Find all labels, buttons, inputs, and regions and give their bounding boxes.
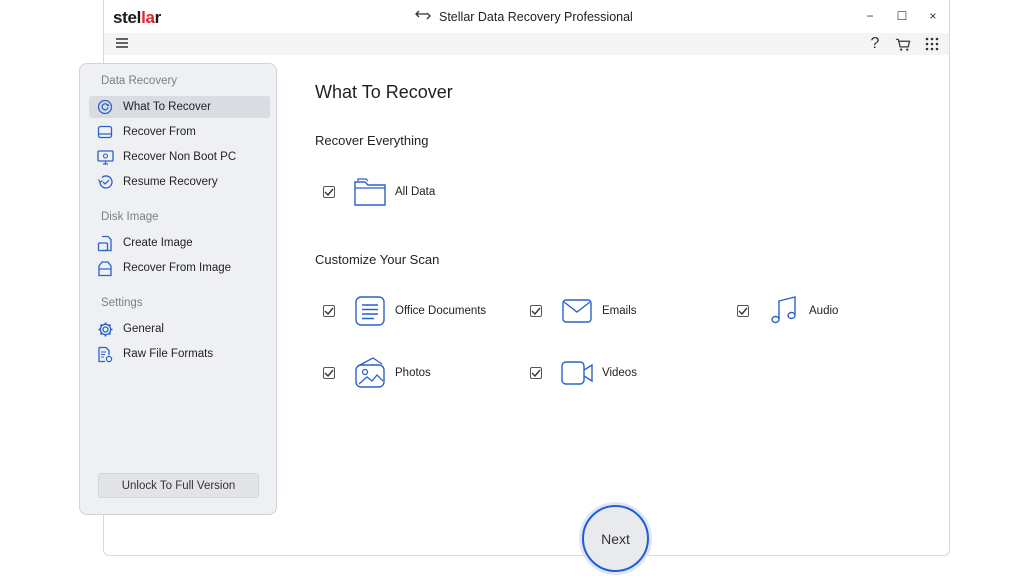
- sidebar-item-recover-from-image[interactable]: Recover From Image: [89, 257, 270, 279]
- swap-arrows-icon[interactable]: [415, 9, 431, 24]
- video-camera-icon: [560, 356, 594, 390]
- hamburger-menu-icon[interactable]: [115, 36, 129, 50]
- sidebar: Data Recovery What To Recover Recover Fr…: [79, 63, 277, 515]
- title-bar: stellar Stellar Data Recovery Profession…: [104, 0, 949, 33]
- emails-label: Emails: [602, 305, 637, 317]
- sidebar-item-recover-from[interactable]: Recover From: [89, 121, 270, 143]
- toolbar: ?: [104, 33, 949, 55]
- photos-label: Photos: [395, 367, 431, 379]
- music-note-icon: [767, 294, 801, 328]
- sidebar-item-general[interactable]: General: [89, 318, 270, 340]
- gear-icon: [96, 320, 114, 338]
- office-documents-checkbox[interactable]: [323, 305, 335, 317]
- folder-icon: [353, 175, 387, 209]
- section-title-data-recovery: Data Recovery: [101, 75, 178, 87]
- resume-icon: [96, 173, 114, 191]
- sidebar-item-recover-non-boot-pc[interactable]: Recover Non Boot PC: [89, 146, 270, 168]
- sidebar-item-label: Recover From: [123, 126, 196, 138]
- envelope-icon: [560, 294, 594, 328]
- unlock-full-version-button[interactable]: Unlock To Full Version: [98, 473, 259, 498]
- option-all-data[interactable]: All Data: [323, 175, 435, 209]
- maximize-button[interactable]: ☐: [895, 9, 909, 23]
- document-icon: [353, 294, 387, 328]
- sidebar-item-label: Create Image: [123, 237, 193, 249]
- sidebar-item-create-image[interactable]: Create Image: [89, 232, 270, 254]
- sidebar-item-label: Recover From Image: [123, 262, 232, 274]
- help-icon[interactable]: ?: [867, 35, 883, 52]
- sidebar-item-resume-recovery[interactable]: Resume Recovery: [89, 171, 270, 193]
- apps-grid-icon[interactable]: [924, 36, 940, 52]
- recover-image-icon: [96, 259, 114, 277]
- sidebar-item-label: Resume Recovery: [123, 176, 218, 188]
- sidebar-item-label: General: [123, 323, 164, 335]
- audio-checkbox[interactable]: [737, 305, 749, 317]
- next-button[interactable]: Next: [582, 505, 649, 572]
- office-documents-label: Office Documents: [395, 305, 487, 317]
- option-photos[interactable]: Photos: [323, 356, 431, 390]
- all-data-label: All Data: [395, 186, 436, 198]
- emails-checkbox[interactable]: [530, 305, 542, 317]
- audio-label: Audio: [809, 305, 839, 317]
- window-title: Stellar Data Recovery Professional: [439, 9, 633, 24]
- section-title-settings: Settings: [101, 297, 143, 309]
- videos-checkbox[interactable]: [530, 367, 542, 379]
- photos-checkbox[interactable]: [323, 367, 335, 379]
- sidebar-item-label: Raw File Formats: [123, 348, 214, 360]
- option-office-documents[interactable]: Office Documents: [323, 294, 486, 328]
- section-title-disk-image: Disk Image: [101, 211, 159, 223]
- sidebar-item-what-to-recover[interactable]: What To Recover: [89, 96, 270, 118]
- photos-icon: [353, 356, 387, 390]
- option-emails[interactable]: Emails: [530, 294, 637, 328]
- cart-icon[interactable]: [895, 36, 911, 52]
- sidebar-item-raw-file-formats[interactable]: Raw File Formats: [89, 343, 270, 365]
- recover-everything-heading: Recover Everything: [315, 133, 429, 148]
- create-image-icon: [96, 234, 114, 252]
- window-title-group: Stellar Data Recovery Professional: [415, 9, 633, 24]
- option-videos[interactable]: Videos: [530, 356, 637, 390]
- file-format-icon: [96, 345, 114, 363]
- option-audio[interactable]: Audio: [737, 294, 838, 328]
- stellar-logo: stellar: [113, 8, 161, 27]
- drive-icon: [96, 123, 114, 141]
- sidebar-item-label: What To Recover: [123, 101, 211, 113]
- minimize-button[interactable]: −: [863, 9, 877, 23]
- target-icon: [96, 98, 114, 116]
- sidebar-item-label: Recover Non Boot PC: [123, 151, 237, 163]
- customize-scan-heading: Customize Your Scan: [315, 252, 440, 267]
- all-data-checkbox[interactable]: [323, 186, 335, 198]
- page-title: What To Recover: [315, 82, 453, 102]
- videos-label: Videos: [602, 367, 637, 379]
- monitor-icon: [96, 148, 114, 166]
- close-button[interactable]: ×: [926, 9, 940, 23]
